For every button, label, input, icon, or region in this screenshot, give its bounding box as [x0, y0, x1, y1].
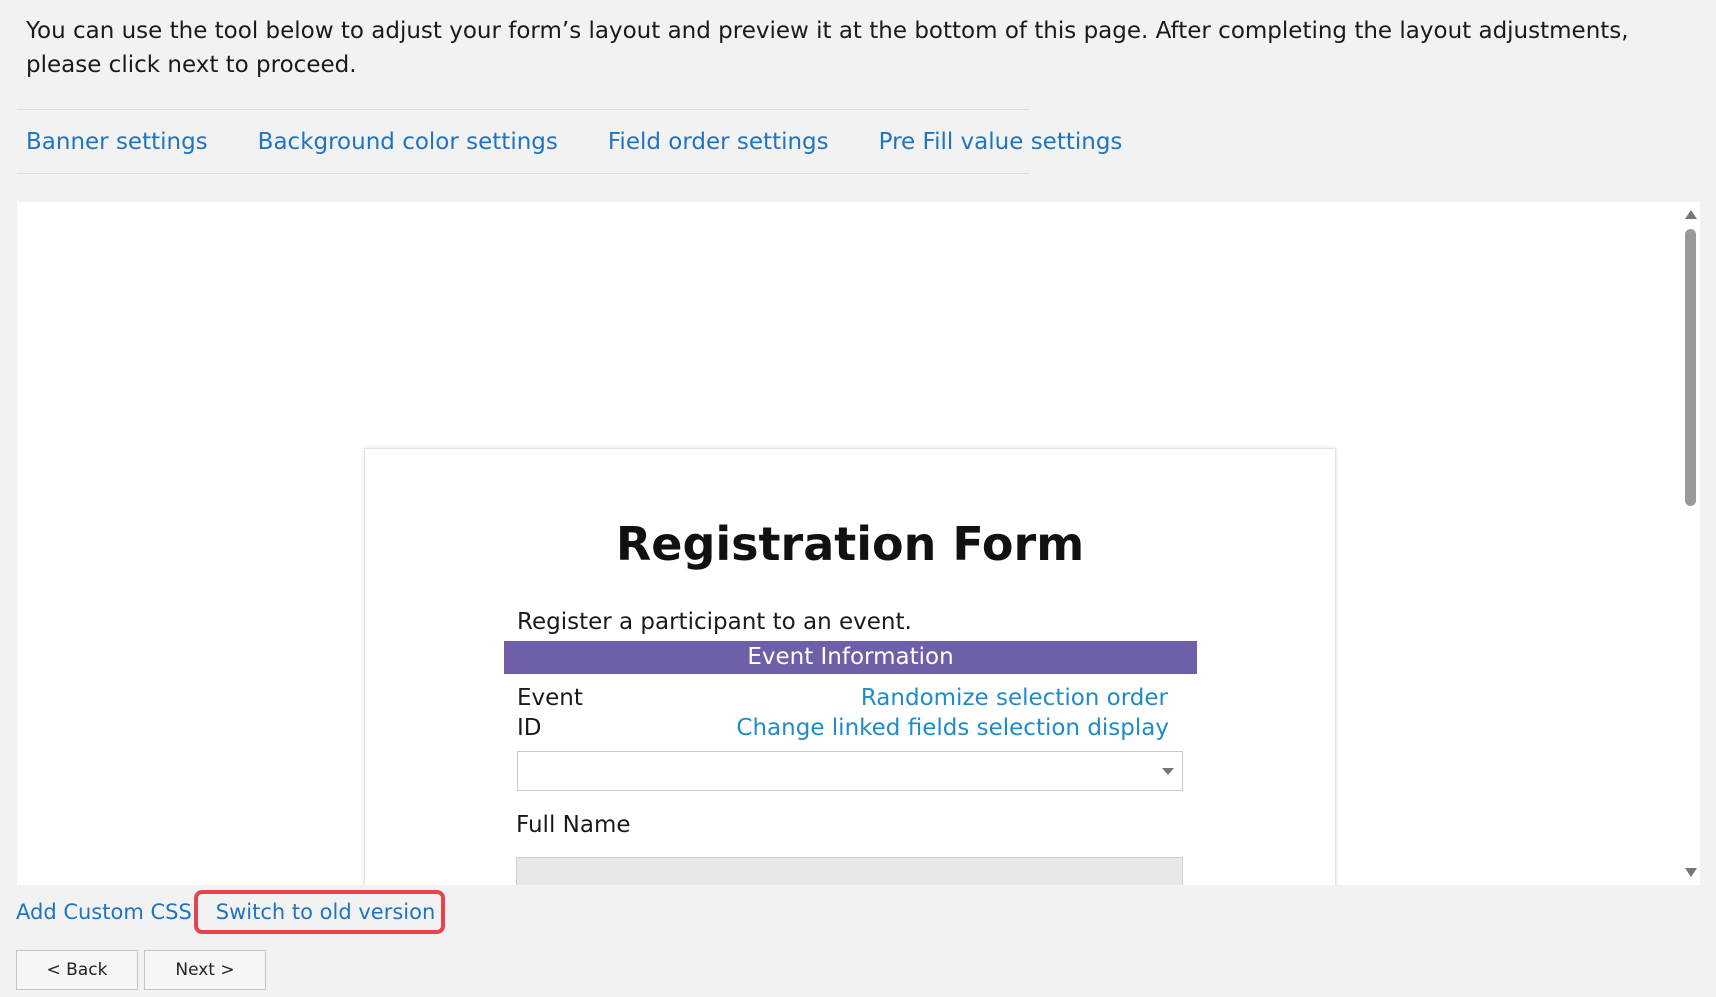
- change-linked-display-link[interactable]: Change linked fields selection display: [736, 715, 1169, 741]
- navigation-buttons: < Back Next >: [16, 950, 272, 990]
- tab-field-order-settings[interactable]: Field order settings: [608, 129, 829, 155]
- tab-prefill-value-settings[interactable]: Pre Fill value settings: [879, 129, 1123, 155]
- scroll-down-arrow-icon[interactable]: [1685, 868, 1697, 877]
- form-description: Register a participant to an event.: [517, 609, 912, 635]
- full-name-label: Full Name: [516, 812, 631, 838]
- event-label: Event: [517, 685, 583, 711]
- switch-to-old-version-link[interactable]: Switch to old version: [216, 900, 435, 924]
- highlight-box: Switch to old version: [193, 890, 446, 934]
- tab-banner-settings[interactable]: Banner settings: [26, 129, 208, 155]
- event-id-select[interactable]: [517, 751, 1183, 791]
- form-preview-frame[interactable]: Registration Form Register a participant…: [17, 202, 1700, 885]
- scroll-thumb[interactable]: [1685, 229, 1696, 506]
- add-custom-css-link[interactable]: Add Custom CSS: [16, 900, 192, 924]
- instructions-text: You can use the tool below to adjust you…: [26, 18, 1629, 78]
- next-button[interactable]: Next >: [144, 950, 266, 990]
- preview-scrollbar[interactable]: [1680, 202, 1700, 885]
- back-button[interactable]: < Back: [16, 950, 138, 990]
- randomize-selection-link[interactable]: Randomize selection order: [861, 685, 1168, 711]
- bottom-links: Add Custom CSS Switch to old version: [16, 890, 446, 934]
- form-title: Registration Form: [615, 517, 1085, 571]
- tab-background-color-settings[interactable]: Background color settings: [258, 129, 558, 155]
- settings-tabs: Banner settings Background color setting…: [17, 109, 1122, 174]
- scroll-up-arrow-icon[interactable]: [1685, 210, 1697, 219]
- section-header: Event Information: [504, 641, 1197, 674]
- chevron-down-icon: [1162, 768, 1174, 775]
- full-name-input[interactable]: [516, 857, 1183, 885]
- form-card: Registration Form Register a participant…: [364, 448, 1336, 885]
- id-label: ID: [517, 715, 542, 741]
